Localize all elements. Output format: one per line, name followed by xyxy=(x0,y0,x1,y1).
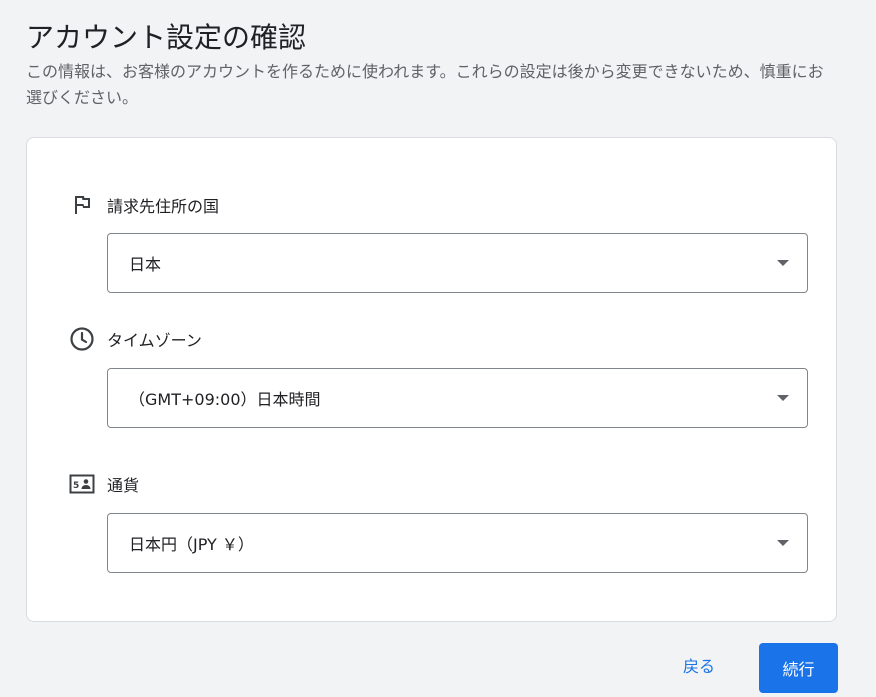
timezone-select-value: （GMT+09:00）日本時間 xyxy=(129,390,321,409)
currency-select[interactable]: 日本円（JPY ￥） xyxy=(107,513,808,573)
country-select-value: 日本 xyxy=(129,255,162,274)
currency-label: 通貨 xyxy=(107,476,140,495)
currency-select-value: 日本円（JPY ￥） xyxy=(129,535,254,554)
country-label: 請求先住所の国 xyxy=(107,197,220,216)
currency-section-label: 5 通貨 xyxy=(69,469,139,499)
back-button[interactable]: 戻る xyxy=(664,640,734,692)
dropdown-arrow-icon xyxy=(777,260,789,266)
currency-icon: 5 xyxy=(69,471,95,497)
timezone-label: タイムゾーン xyxy=(107,331,202,350)
footer-actions: 戻る 続行 xyxy=(0,640,876,697)
dropdown-arrow-icon xyxy=(777,395,789,401)
timezone-select[interactable]: （GMT+09:00）日本時間 xyxy=(107,368,808,428)
country-section-label: 請求先住所の国 xyxy=(69,190,219,220)
continue-button[interactable]: 続行 xyxy=(759,643,838,693)
page-description: この情報は、お客様のアカウントを作るために使われます。これらの設定は後から変更で… xyxy=(26,62,824,107)
settings-card: 請求先住所の国 日本 タイムゾーン （GMT+09:00）日本時間 5 通貨 日… xyxy=(26,137,837,622)
svg-text:5: 5 xyxy=(73,481,79,491)
page-title: アカウント設定の確認 xyxy=(26,21,307,54)
flag-icon xyxy=(69,192,95,218)
country-select[interactable]: 日本 xyxy=(107,233,808,293)
timezone-section-label: タイムゾーン xyxy=(69,324,202,354)
clock-icon xyxy=(69,326,95,352)
dropdown-arrow-icon xyxy=(777,540,789,546)
